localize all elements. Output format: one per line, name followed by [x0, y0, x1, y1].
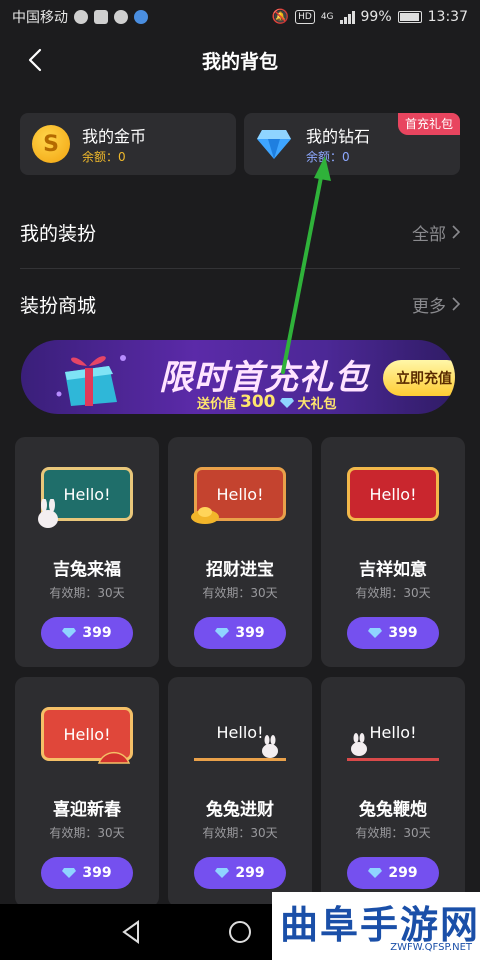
price-button[interactable]: 299 — [194, 857, 286, 889]
outfit-name: 吉祥如意 — [359, 560, 427, 580]
coins-balance: 余额：0 — [82, 150, 126, 164]
coins-card[interactable]: S 我的金币 余额：0 — [20, 113, 236, 175]
status-bar: 中国移动 🔕 HD 4G 99% 13:37 — [0, 0, 480, 34]
outfit-preview: Hello! — [343, 459, 443, 531]
price-button[interactable]: 399 — [41, 617, 133, 649]
rabbit-icon — [262, 735, 278, 758]
recharge-now-button[interactable]: 立即充值 — [383, 360, 455, 396]
diamond-icon — [279, 397, 294, 408]
outfit-card[interactable]: Hello! 吉祥如意 有效期：30天 399 — [321, 437, 465, 667]
diamond-icon — [215, 628, 230, 638]
first-recharge-badge[interactable]: 首充礼包 — [397, 113, 460, 135]
more-link[interactable]: 更多 — [412, 292, 460, 317]
outfit-validity: 有效期：30天 — [355, 826, 431, 840]
outfit-card[interactable]: Hello! 吉兔来福 有效期：30天 399 — [15, 437, 159, 667]
rabbit-icon — [351, 733, 367, 756]
my-outfits-row[interactable]: 我的装扮 全部 — [20, 202, 460, 262]
fan-icon — [97, 751, 131, 764]
gold-ingot-icon — [191, 507, 219, 524]
nav-home-icon[interactable] — [226, 918, 254, 946]
network-label: 4G — [320, 12, 334, 22]
diamonds-card[interactable]: 我的钻石 余额：0 首充礼包 — [244, 113, 460, 175]
banner-subtitle: 送价值 300 大礼包 — [197, 392, 337, 412]
outfit-name: 兔兔进财 — [206, 800, 274, 820]
nav-back-icon[interactable] — [118, 918, 146, 946]
outfit-preview: Hello! — [190, 459, 290, 531]
diamonds-balance: 余额：0 — [306, 150, 350, 164]
outfit-name: 兔兔鞭炮 — [359, 800, 427, 820]
page-title: 我的背包 — [201, 50, 278, 73]
outfit-mall-row[interactable]: 装扮商城 更多 — [20, 274, 460, 334]
rabbit-icon — [38, 499, 58, 528]
outfit-name: 招财进宝 — [206, 560, 274, 580]
outfit-validity: 有效期：30天 — [355, 586, 431, 600]
media-icon — [94, 10, 108, 24]
outfit-card[interactable]: Hello! 招财进宝 有效期：30天 399 — [168, 437, 312, 667]
battery-icon — [397, 11, 422, 23]
wechat-icon — [74, 10, 88, 24]
hd-icon: HD — [295, 10, 315, 24]
first-recharge-banner[interactable]: 限时首充礼包 送价值 300 大礼包 立即充值 — [21, 340, 455, 414]
watermark-title: 曲阜手游网 — [280, 902, 480, 947]
gift-box-icon — [56, 355, 126, 406]
watermark-url: ZWFW.QFSP.NET — [390, 942, 472, 953]
outfit-preview: Hello! — [37, 699, 137, 771]
signal-icon — [339, 10, 355, 24]
chevron-right-icon — [452, 225, 460, 239]
outfit-card[interactable]: Hello! 兔兔鞭炮 有效期：30天 299 — [321, 677, 465, 907]
outfit-mall-label: 装扮商城 — [20, 294, 97, 317]
outfit-name: 喜迎新春 — [53, 800, 121, 820]
app-icon — [134, 10, 148, 24]
outfit-preview: Hello! — [190, 699, 290, 771]
outfit-card[interactable]: Hello! 兔兔进财 有效期：30天 299 — [168, 677, 312, 907]
coins-label: 我的金币 — [82, 127, 147, 146]
message-icon — [114, 10, 128, 24]
my-outfits-label: 我的装扮 — [20, 222, 97, 245]
diamond-icon — [62, 628, 77, 638]
header: 我的背包 — [0, 34, 480, 86]
chevron-right-icon — [452, 297, 460, 311]
outfit-validity: 有效期：30天 — [202, 586, 278, 600]
diamond-icon — [368, 628, 383, 638]
outfit-card[interactable]: Hello! 喜迎新春 有效期：30天 399 — [15, 677, 159, 907]
diamond-icon — [215, 868, 230, 878]
outfit-validity: 有效期：30天 — [202, 826, 278, 840]
diamond-icon — [257, 130, 291, 159]
price-button[interactable]: 299 — [347, 857, 439, 889]
outfit-validity: 有效期：30天 — [49, 826, 125, 840]
diamonds-label: 我的钻石 — [306, 127, 371, 146]
mute-icon: 🔕 — [271, 9, 290, 25]
battery-percent: 99% — [360, 9, 392, 25]
back-arrow-icon[interactable] — [24, 48, 48, 72]
view-all-link[interactable]: 全部 — [412, 220, 460, 245]
clock: 13:37 — [427, 9, 468, 25]
price-button[interactable]: 399 — [41, 857, 133, 889]
outfit-preview: Hello! — [343, 699, 443, 771]
divider — [20, 268, 460, 269]
price-button[interactable]: 399 — [347, 617, 439, 649]
carrier-label: 中国移动 — [12, 10, 68, 26]
diamond-icon — [368, 868, 383, 878]
outfit-preview: Hello! — [37, 459, 137, 531]
watermark: 曲阜手游网 ZWFW.QFSP.NET — [272, 892, 480, 960]
outfit-name: 吉兔来福 — [53, 560, 121, 580]
outfit-validity: 有效期：30天 — [49, 586, 125, 600]
coin-icon: S — [32, 125, 70, 163]
price-button[interactable]: 399 — [194, 617, 286, 649]
diamond-icon — [62, 868, 77, 878]
